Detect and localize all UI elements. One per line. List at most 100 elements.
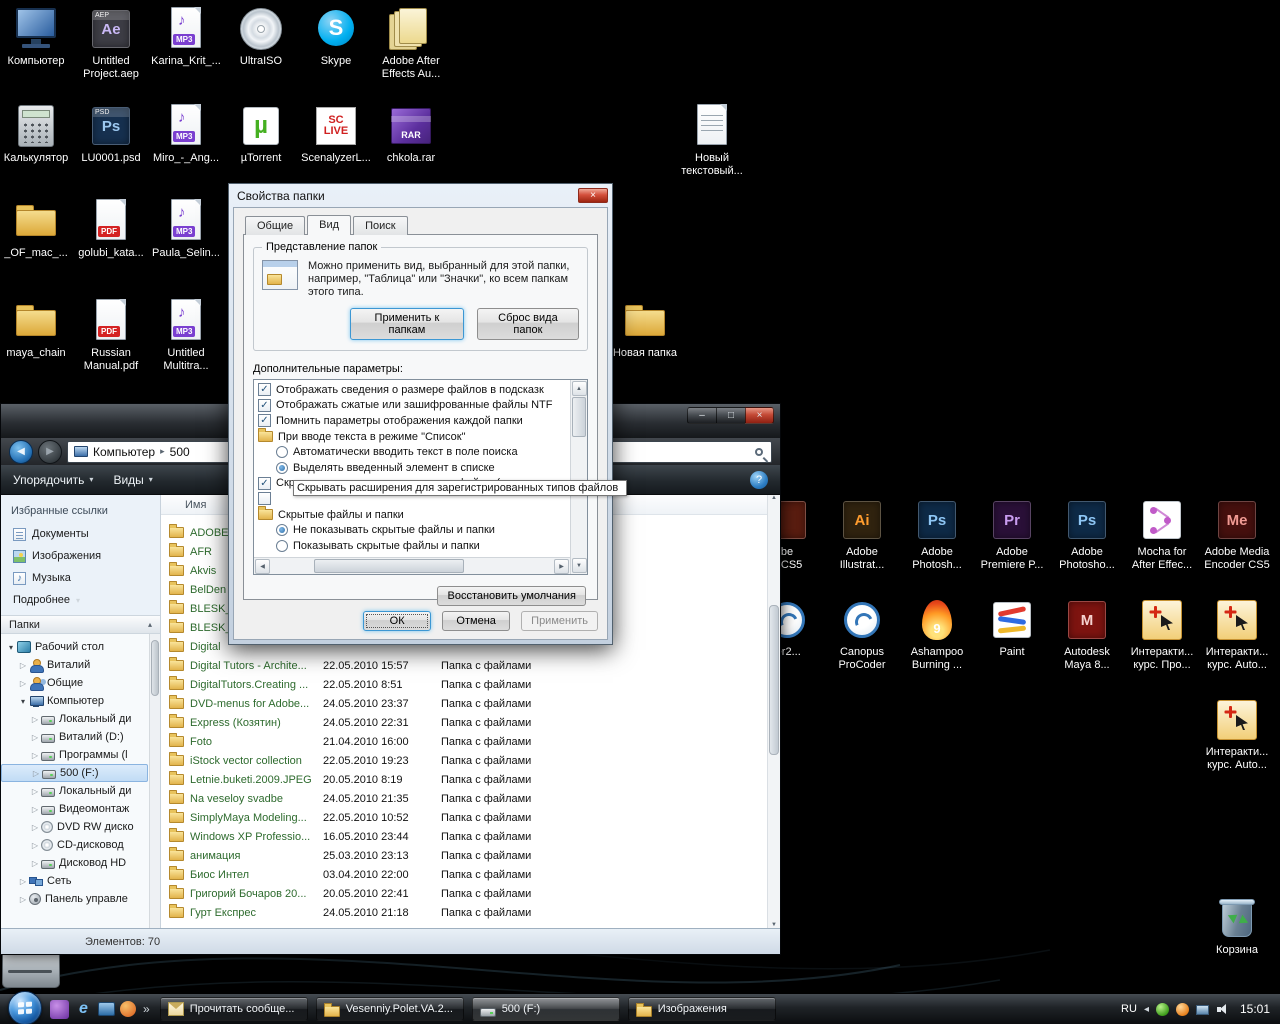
file-row[interactable]: Digital Tutors - Archite... 22.05.2010 15… — [161, 656, 767, 675]
tree-item[interactable]: ▾ Компьютер — [1, 692, 148, 710]
list-scrollbar-thumb[interactable] — [769, 605, 779, 755]
apply-to-folders-button[interactable]: Применить к папкам — [350, 308, 464, 340]
tree-expander-icon[interactable]: ▷ — [29, 823, 41, 832]
tree-expander-icon[interactable]: ▷ — [17, 661, 29, 670]
tree-item[interactable]: ▷ Панель управле — [1, 890, 148, 908]
desktop-icon[interactable]: Ai Adobe Illustrat... — [826, 497, 898, 572]
desktop-icon[interactable]: Mocha for After Effec... — [1126, 497, 1198, 572]
tree-expander-icon[interactable]: ▷ — [17, 895, 29, 904]
start-button[interactable] — [8, 990, 42, 1024]
listbox-vscrollbar[interactable]: ▲ ▼ — [570, 380, 587, 574]
quicklaunch-app-icon[interactable] — [50, 999, 69, 1019]
tree-item[interactable]: ▾ Рабочий стол — [1, 638, 148, 656]
taskbar-task[interactable]: Прочитать сообще... — [159, 997, 308, 1021]
tree-item[interactable]: ▷ Программы (l — [1, 746, 148, 764]
tab-search[interactable]: Поиск — [353, 216, 408, 235]
radio-button[interactable] — [276, 539, 288, 552]
taskbar-task[interactable]: Vesenniy.Polet.VA.2... — [315, 997, 464, 1021]
quicklaunch-overflow-icon[interactable]: » — [143, 1002, 150, 1016]
breadcrumb-root[interactable]: Компьютер — [93, 445, 155, 459]
desktop-icon[interactable]: Корзина — [1201, 895, 1273, 957]
scroll-right-icon[interactable]: ▶ — [554, 558, 569, 574]
tray-utorrent-icon[interactable] — [1155, 1002, 1169, 1016]
hscrollbar-thumb[interactable] — [314, 559, 464, 573]
tree-expander-icon[interactable]: ▷ — [29, 805, 41, 814]
maximize-button[interactable]: □ — [716, 407, 745, 424]
show-desktop-icon[interactable] — [98, 1002, 115, 1016]
tree-item[interactable]: ▷ Видеомонтаж — [1, 800, 148, 818]
desktop-icon[interactable]: UltraISO — [225, 6, 297, 68]
tree-scrollbar-thumb[interactable] — [151, 640, 159, 696]
tree-item[interactable]: ▷ Общие — [1, 674, 148, 692]
favorites-item[interactable]: ♪ Музыка — [1, 567, 160, 589]
desktop-icon[interactable]: Ps Adobe Photosho... — [1051, 497, 1123, 572]
desktop-icon[interactable]: S Skype — [300, 6, 372, 68]
close-button[interactable]: × — [745, 407, 774, 424]
close-icon[interactable]: × — [578, 188, 608, 203]
tree-expander-icon[interactable]: ▷ — [17, 679, 29, 688]
tree-expander-icon[interactable]: ▷ — [17, 877, 29, 886]
desktop-icon[interactable]: Canopus ProCoder — [826, 597, 898, 672]
desktop-icon[interactable]: SC LIVE ScenalyzerL... — [300, 103, 372, 165]
desktop-icon[interactable]: Ps Adobe Photosh... — [901, 497, 973, 572]
desktop-icon[interactable]: M Autodesk Maya 8... — [1051, 597, 1123, 672]
desktop-icon[interactable]: RAR chkola.rar — [375, 103, 447, 165]
radio-button[interactable] — [276, 524, 288, 537]
desktop-icon[interactable]: ♪ MP3 Miro_-_Ang... — [150, 103, 222, 165]
desktop-icon[interactable]: Интеракти... курс. Auto... — [1201, 597, 1273, 672]
forward-button[interactable]: ▶ — [38, 439, 62, 464]
tree-expander-icon[interactable]: ▷ — [29, 751, 41, 760]
folders-band[interactable]: Папки ▴ — [1, 615, 160, 634]
desktop-icon[interactable]: Новая папка — [609, 298, 681, 360]
tree-scrollbar[interactable] — [149, 634, 160, 928]
advanced-option[interactable]: Автоматически вводить текст в поле поиск… — [256, 444, 570, 460]
taskbar-task[interactable]: Изображения — [627, 997, 776, 1021]
file-row[interactable]: Windows XP Professio... 16.05.2010 23:44 П… — [161, 827, 767, 846]
tree-expander-icon[interactable]: ▾ — [5, 643, 17, 652]
desktop-icon[interactable]: Paint — [976, 597, 1048, 659]
tab-view[interactable]: Вид — [307, 215, 352, 235]
desktop-icon[interactable]: _OF_mac_... — [0, 198, 72, 260]
tree-item[interactable]: ▷ CD-дисковод — [1, 836, 148, 854]
checkbox[interactable]: ✓ — [258, 476, 271, 490]
file-row[interactable]: Foto 21.04.2010 16:00 Папка с файлами — [161, 732, 767, 751]
tree-expander-icon[interactable]: ▾ — [17, 697, 29, 706]
search-box[interactable] — [602, 440, 772, 463]
tree-expander-icon[interactable]: ▷ — [29, 715, 41, 724]
dialog-titlebar[interactable]: Свойства папки × — [229, 184, 612, 205]
breadcrumb-leaf[interactable]: 500 — [170, 445, 190, 459]
file-row[interactable]: Letnie.buketi.2009.JPEG 20.05.2010 8:19 Па… — [161, 770, 767, 789]
scroll-left-icon[interactable]: ◀ — [255, 558, 270, 574]
desktop-icon[interactable]: Adobe After Effects Au... — [375, 6, 447, 81]
list-scrollbar[interactable]: ▲ ▼ — [767, 495, 780, 928]
checkbox[interactable] — [258, 492, 271, 506]
desktop-icon[interactable]: maya_chain — [0, 298, 72, 360]
vscrollbar-thumb[interactable] — [572, 397, 586, 437]
tree-expander-icon[interactable]: ▷ — [29, 787, 41, 796]
checkbox[interactable]: ✓ — [258, 398, 271, 412]
desktop-icon[interactable]: Me Adobe Media Encoder CS5 — [1201, 497, 1273, 572]
file-row[interactable]: Na veseloy svadbe 24.05.2010 21:35 Папка с… — [161, 789, 767, 808]
clock[interactable]: 15:01 — [1240, 1002, 1270, 1016]
file-row[interactable]: Биос Интел 03.04.2010 22:00 Папка с файлам… — [161, 865, 767, 884]
tree-item[interactable]: ▷ Виталий — [1, 656, 148, 674]
desktop-icon[interactable]: PDF golubi_kata... — [75, 198, 147, 260]
advanced-option[interactable]: ✓ Отображать сжатые или зашифрованные фай… — [256, 398, 570, 414]
file-row[interactable]: DVD-menus for Adobe... 24.05.2010 23:37 Па… — [161, 694, 767, 713]
desktop-icon[interactable]: ♪ MP3 Paula_Selin... — [150, 198, 222, 260]
desktop-icon[interactable]: Pr Adobe Premiere P... — [976, 497, 1048, 572]
listbox-hscrollbar[interactable]: ◀ ▶ — [254, 557, 570, 574]
desktop-icon[interactable]: Интеракти... курс. Про... — [1126, 597, 1198, 672]
tree-item[interactable]: ▷ 500 (F:) — [1, 764, 148, 782]
scroll-up-icon[interactable]: ▲ — [571, 381, 587, 396]
tree-item[interactable]: ▷ Виталий (D:) — [1, 728, 148, 746]
tray-app-icon[interactable] — [1175, 1002, 1189, 1016]
radio-button[interactable] — [276, 446, 288, 459]
restore-defaults-button[interactable]: Восстановить умолчания — [437, 586, 586, 606]
tray-expand-icon[interactable]: ◂ — [1144, 1004, 1149, 1015]
desktop-icon[interactable]: Новый текстовый... — [676, 103, 748, 178]
advanced-option[interactable]: Показывать скрытые файлы и папки — [256, 538, 570, 554]
views-button[interactable]: Виды ▾ — [113, 473, 152, 487]
file-row[interactable]: DigitalTutors.Creating ... 22.05.2010 8:5… — [161, 675, 767, 694]
radio-button[interactable] — [276, 461, 288, 474]
